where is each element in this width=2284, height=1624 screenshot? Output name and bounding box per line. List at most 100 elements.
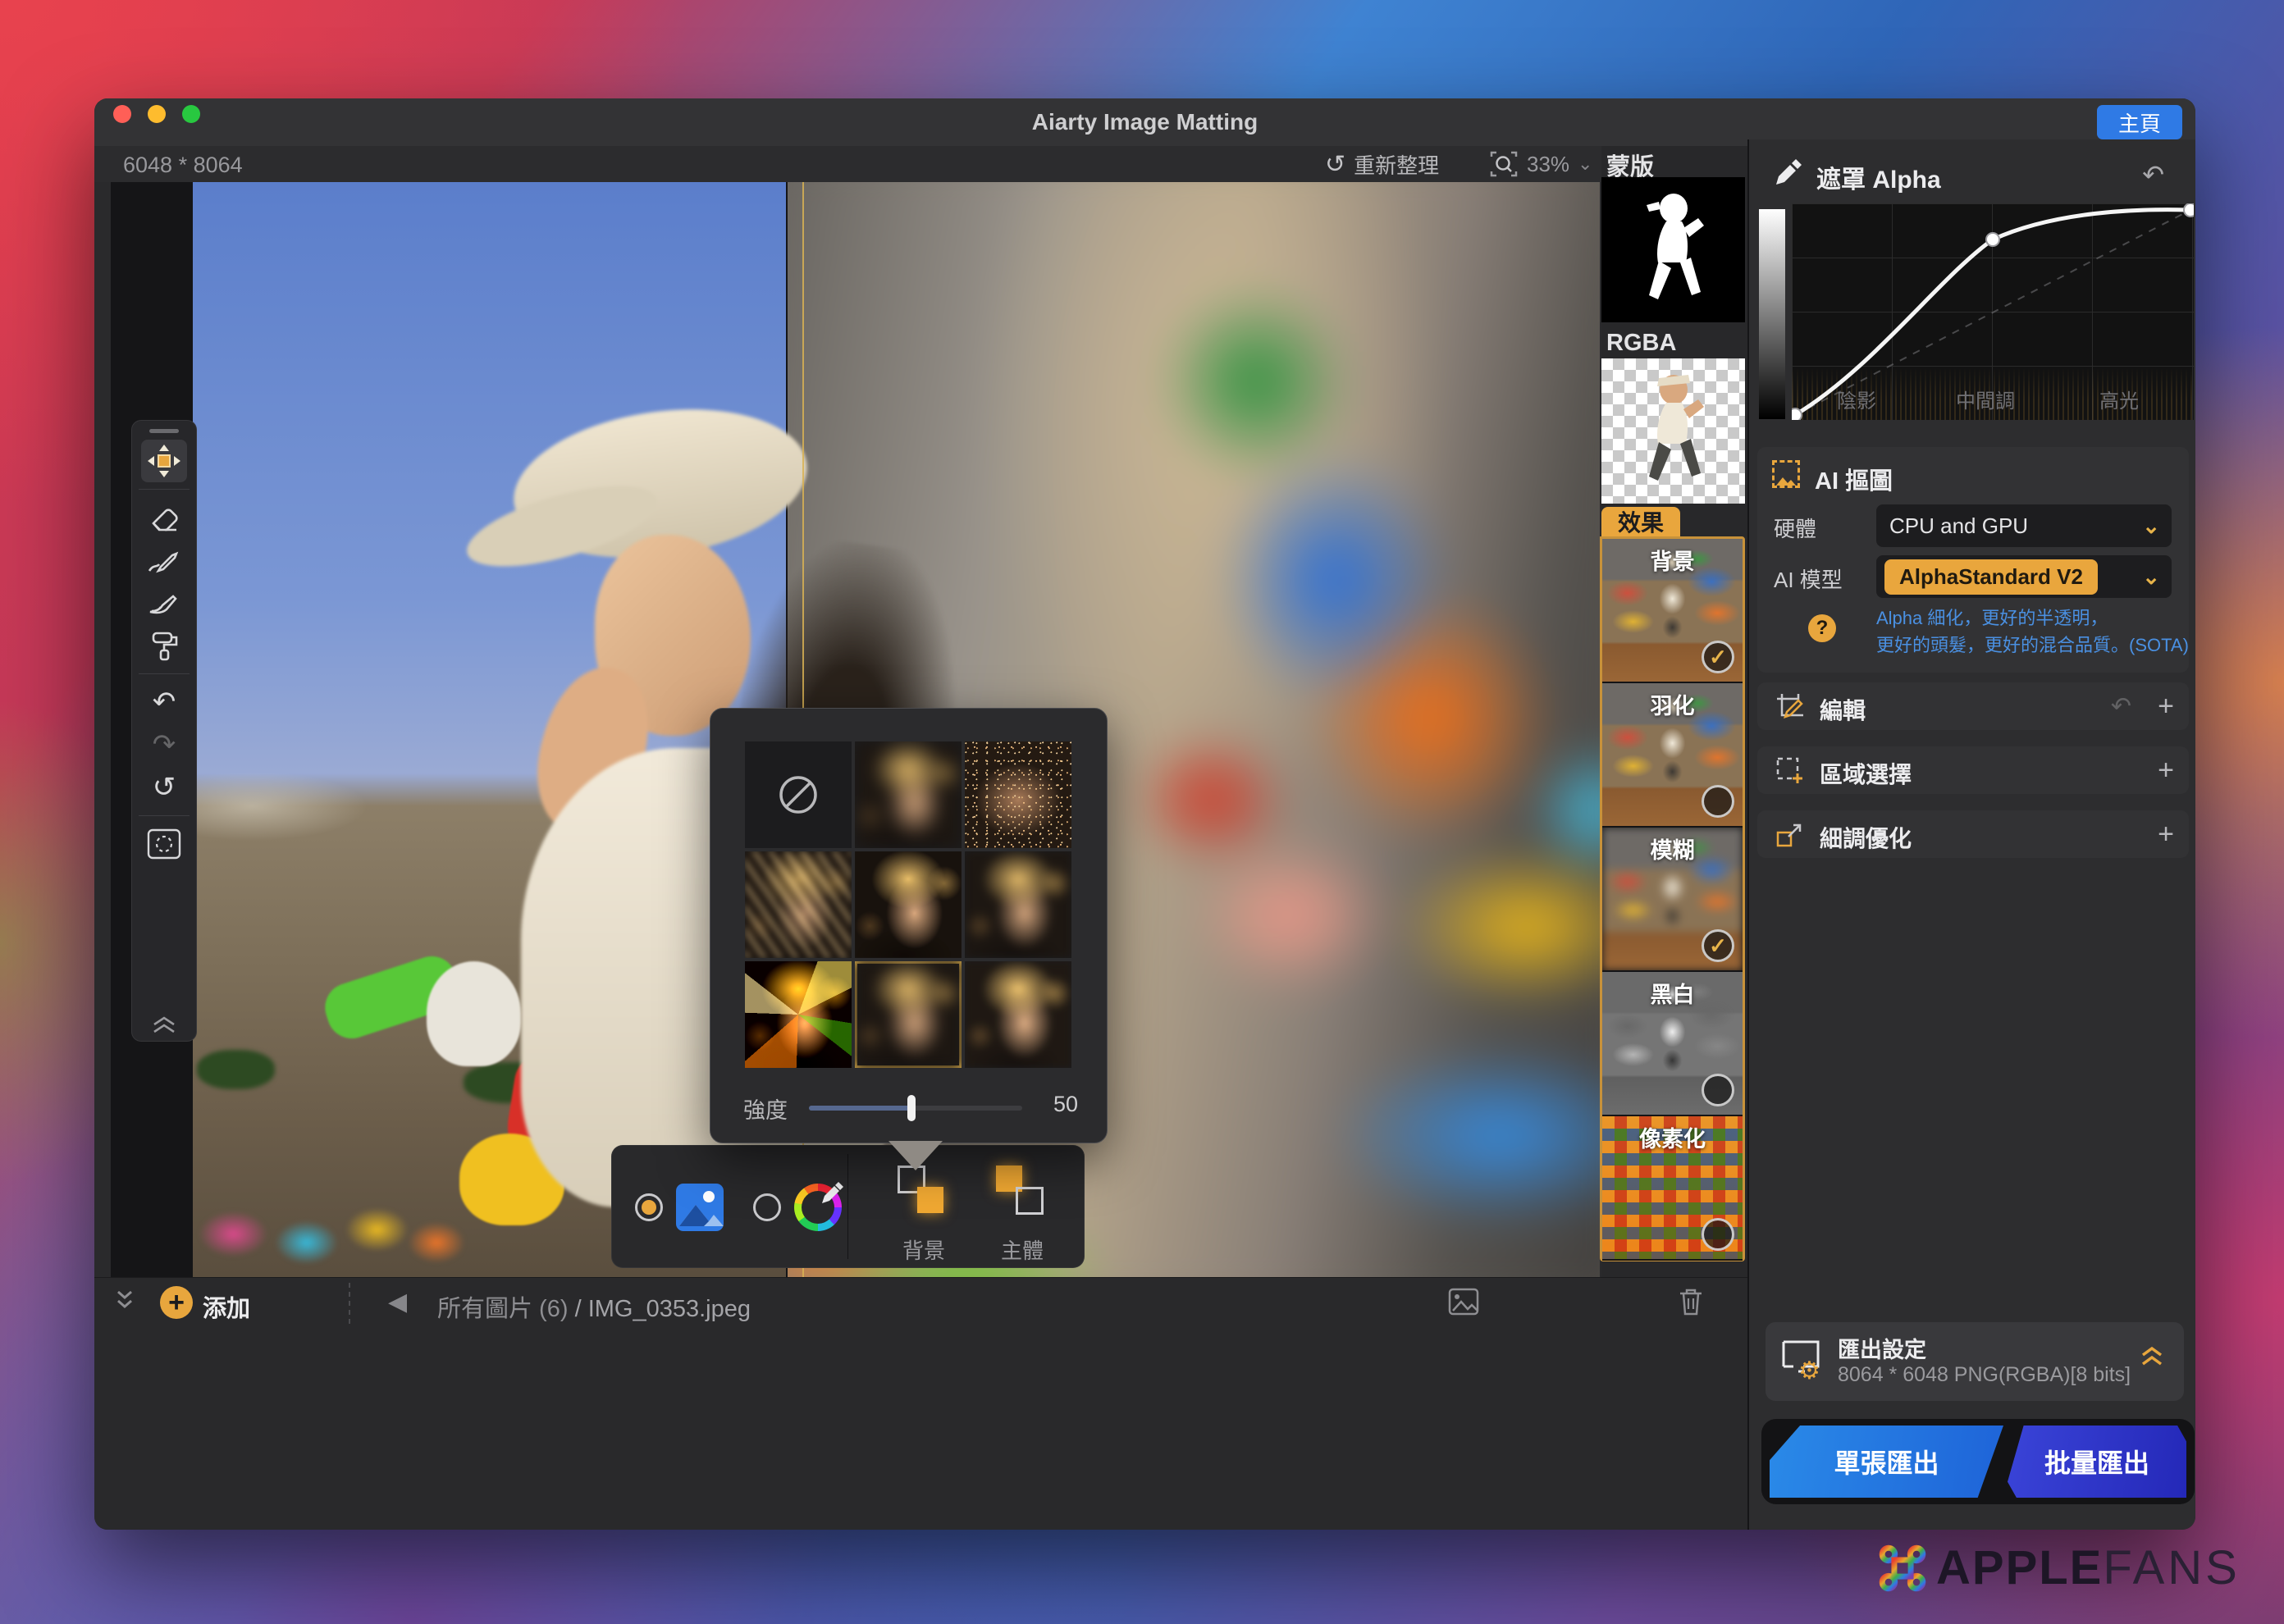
move-tool[interactable] [141, 440, 187, 482]
section-refine[interactable]: 細調優化 + [1757, 810, 2189, 858]
back-arrow-icon[interactable]: ◀ [388, 1288, 407, 1316]
image-dimensions: 6048 * 8064 [123, 153, 243, 177]
marquee-tool[interactable] [141, 823, 187, 865]
preset-none[interactable] [745, 741, 852, 848]
alpha-curve-editor[interactable]: 陰影 中間調 高光 [1792, 203, 2194, 420]
export-settings-card[interactable]: ⚙ 匯出設定 8064 * 6048 PNG(RGBA)[8 bits] [1766, 1322, 2184, 1401]
gear-icon: ⚙ [1798, 1357, 1820, 1385]
eyedropper-icon[interactable] [1772, 156, 1805, 189]
single-export-button[interactable]: 單張匯出 [1770, 1426, 2003, 1498]
refine-icon [1775, 820, 1805, 850]
rgba-thumbnail[interactable] [1601, 358, 1745, 504]
collapse-filmstrip-icon[interactable] [112, 1288, 137, 1312]
brush-tool[interactable] [141, 582, 187, 624]
watermark-apple: APPLE [1936, 1541, 2104, 1594]
canvas-toolbar: 6048 * 8064 ↺ 重新整理 33% ⌄ [94, 146, 1747, 182]
roller-tool[interactable] [141, 624, 187, 667]
delete-image-icon[interactable] [1676, 1286, 1706, 1317]
subject-target-button[interactable]: 主體 [973, 1166, 1071, 1263]
magnifier-icon [1489, 149, 1519, 179]
palette-drag-handle[interactable] [149, 429, 179, 433]
add-image-button[interactable]: + [160, 1286, 193, 1319]
zoom-level: 33% [1527, 151, 1570, 176]
eyedropper-small-icon [822, 1182, 843, 1203]
preset-dispersion[interactable] [965, 741, 1071, 848]
strength-label: 強度 [743, 1098, 788, 1123]
background-target-label: 背景 [902, 1239, 945, 1263]
refresh-button[interactable]: ↺ 重新整理 [1325, 149, 1439, 180]
pen-tool[interactable] [141, 539, 187, 582]
collapse-palette-button[interactable] [141, 1008, 187, 1041]
panel-title: 遮罩 Alpha [1816, 167, 1941, 194]
color-background-radio[interactable] [753, 1193, 781, 1221]
edit-icon [1775, 692, 1805, 722]
model-hint-text: Alpha 細化，更好的半透明， 更好的頭髮，更好的混合品質。(SOTA) [1876, 608, 2189, 655]
preset-gaussian-blur[interactable] [855, 741, 962, 848]
expand-region-icon[interactable]: + [2158, 755, 2174, 787]
image-background-icon[interactable] [676, 1184, 724, 1231]
breadcrumb: 所有圖片 (6) / IMG_0353.jpeg [437, 1289, 751, 1324]
background-preset-popup: 強度 50 [710, 708, 1108, 1143]
effect-background[interactable]: 背景 ✓ [1602, 539, 1743, 683]
section-region-select[interactable]: 區域選擇 + [1757, 746, 2189, 794]
effect-checked-badge[interactable]: ✓ [1702, 641, 1734, 673]
zoom-control[interactable]: 33% ⌄ [1489, 149, 1592, 179]
region-select-icon [1775, 756, 1805, 786]
strength-slider[interactable] [809, 1095, 1022, 1121]
effect-pixelate[interactable]: 像素化 [1602, 1116, 1743, 1261]
export-buttons: 單張匯出 批量匯出 [1761, 1419, 2195, 1504]
expand-refine-icon[interactable]: + [2158, 819, 2174, 851]
background-options-bar: 背景 主體 [611, 1145, 1085, 1268]
ai-matting-icon [1772, 460, 1800, 488]
curve-shadows-label: 陰影 [1837, 390, 1876, 413]
effects-list: 背景 ✓ 羽化 模糊 ✓ 黑白 像素化 [1600, 536, 1745, 1261]
preset-grid [745, 741, 1071, 1068]
ai-matting-card: AI 摳圖 硬體 CPU and GPU ⌄ AI 模型 AlphaStanda… [1757, 447, 2189, 673]
effect-feather[interactable]: 羽化 [1602, 683, 1743, 828]
effect-unchecked-badge[interactable] [1702, 1218, 1734, 1251]
rgba-label: RGBA [1606, 330, 1677, 356]
preset-light-blur[interactable] [965, 961, 1071, 1068]
reset-button[interactable]: ↺ [141, 766, 187, 809]
strength-value: 50 [1053, 1092, 1078, 1116]
redo-button[interactable]: ↷ [141, 723, 187, 766]
curve-midtones-label: 中間調 [1956, 390, 2015, 413]
effect-unchecked-badge[interactable] [1702, 785, 1734, 818]
undo-button[interactable]: ↶ [141, 681, 187, 723]
image-background-radio[interactable] [635, 1193, 663, 1221]
preset-motion-blur[interactable] [745, 851, 852, 958]
ai-model-value: AlphaStandard V2 [1884, 559, 2098, 595]
effect-unchecked-badge[interactable] [1702, 1074, 1734, 1106]
preset-selected-blur[interactable] [855, 961, 962, 1068]
collection-label[interactable]: 所有圖片 (6) [437, 1296, 569, 1322]
expand-edit-icon[interactable]: + [2158, 691, 2174, 723]
add-image-label[interactable]: 添加 [203, 1289, 250, 1324]
hardware-select[interactable]: CPU and GPU ⌄ [1876, 504, 2172, 547]
batch-export-button[interactable]: 批量匯出 [2008, 1426, 2186, 1498]
effect-blur[interactable]: 模糊 ✓ [1602, 828, 1743, 972]
hardware-label: 硬體 [1774, 517, 1817, 541]
section-undo-icon[interactable]: ↶ [2111, 692, 2131, 721]
reset-curve-icon[interactable]: ↶ [2142, 159, 2164, 190]
preset-soft-blur[interactable] [965, 851, 1071, 958]
strength-slider-handle[interactable] [907, 1095, 916, 1121]
section-edit[interactable]: 編輯 ↶ + [1757, 682, 2189, 730]
effect-checked-badge[interactable]: ✓ [1702, 929, 1734, 962]
ai-model-select[interactable]: AlphaStandard V2 ⌄ [1876, 555, 2172, 598]
preset-original[interactable] [855, 851, 962, 958]
mask-thumbnail[interactable] [1601, 177, 1745, 322]
background-target-button[interactable]: 背景 [875, 1166, 973, 1263]
ai-model-label: AI 模型 [1774, 568, 1843, 592]
home-button[interactable]: 主頁 [2097, 105, 2182, 139]
effects-tab[interactable]: 效果 [1601, 507, 1680, 536]
preset-crystallize[interactable] [745, 961, 852, 1068]
collapse-export-icon[interactable] [2138, 1342, 2166, 1370]
effect-blackwhite[interactable]: 黑白 [1602, 972, 1743, 1116]
eraser-tool[interactable] [141, 496, 187, 539]
app-window: Aiarty Image Matting 主頁 6048 * 8064 ↺ 重新… [94, 98, 2195, 1530]
watermark-fans: FANS [2103, 1541, 2241, 1594]
chevron-down-icon: ⌄ [1578, 153, 1593, 174]
none-icon [776, 773, 820, 817]
help-icon[interactable]: ? [1808, 614, 1836, 642]
export-settings-icon: ⚙ [1779, 1335, 1825, 1385]
